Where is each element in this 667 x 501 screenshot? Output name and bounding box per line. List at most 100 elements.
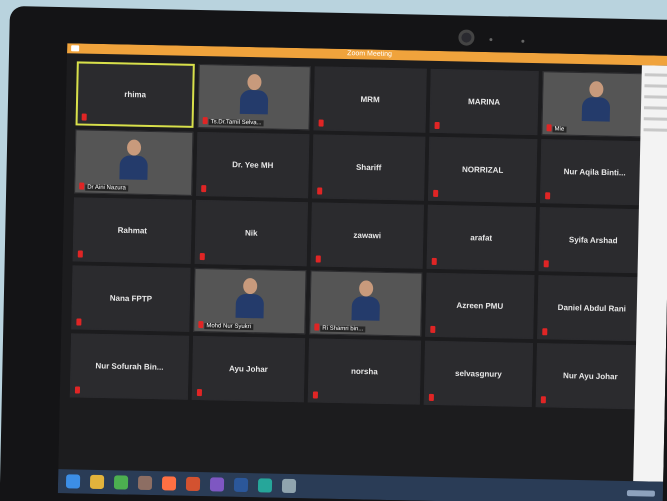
muted-microphone-icon (315, 255, 321, 263)
participant-name: zawawi (353, 230, 382, 241)
muted-microphone-icon (545, 192, 551, 200)
participant-video (239, 73, 269, 115)
muted-microphone-icon (430, 325, 436, 333)
participant-name: Dr. Yee MH (232, 160, 274, 171)
participant-tile[interactable]: Shariff (312, 134, 426, 201)
participant-tile[interactable]: Nur Ayu Johar (535, 343, 646, 410)
muted-microphone-icon (433, 189, 439, 198)
participant-video (351, 280, 380, 321)
participant-name: Ts.Dr.Tamil Selva... (208, 119, 264, 127)
participant-tile[interactable]: Daniel Abdul Rani (537, 275, 647, 342)
participant-tile[interactable]: Ts.Dr.Tamil Selva... (197, 63, 311, 131)
app-icon[interactable] (209, 477, 225, 492)
laptop-bezel: Zoom Meeting rhima Ts.Dr.Tamil Selva... MR… (0, 6, 667, 501)
participant-name: selvasgnury (454, 368, 502, 379)
muted-microphone-icon (74, 386, 81, 394)
camera-led-icon (489, 38, 493, 42)
participant-tile[interactable]: Syifa Arshad (538, 207, 648, 274)
participant-name: Nur Aqila Binti... (563, 167, 626, 178)
muted-microphone-icon (318, 119, 324, 127)
muted-microphone-icon (201, 185, 207, 193)
chat-message (644, 84, 667, 88)
chat-message (643, 117, 667, 121)
participant-name: Ri Shamri bin... (320, 325, 366, 333)
muted-microphone-icon (81, 113, 87, 121)
participant-tile[interactable]: selvasgnury (423, 340, 534, 408)
participant-tile[interactable]: rhima (75, 61, 195, 128)
participant-name: arafat (470, 233, 493, 243)
participant-tile[interactable]: zawawi (310, 202, 424, 269)
muted-microphone-icon (431, 257, 437, 265)
participant-tile[interactable]: Mie (541, 71, 651, 138)
participant-name: Mohd Nur Syukri (204, 323, 254, 331)
participant-tile[interactable]: Ri Shamri bin... (309, 270, 423, 337)
participant-tile[interactable]: arafat (426, 204, 536, 272)
system-clock[interactable] (626, 490, 655, 497)
muted-microphone-icon (428, 393, 434, 401)
chat-message (644, 95, 667, 99)
muted-microphone-icon (543, 260, 549, 268)
participant-name: Syifa Arshad (568, 235, 618, 246)
muted-microphone-icon (77, 250, 83, 258)
powerpoint-icon[interactable] (185, 476, 201, 492)
muted-microphone-icon (542, 328, 548, 336)
participant-name: Nana FPTP (109, 293, 153, 304)
participant-tile[interactable]: norsha (307, 338, 422, 405)
participant-tile[interactable]: MARINA (429, 68, 539, 136)
participant-name: Dr Aini Nazura (85, 184, 128, 192)
participant-tile[interactable]: Nur Sofurah Bin... (69, 333, 190, 400)
chrome-icon[interactable] (113, 475, 129, 490)
participant-tile[interactable]: MRM (313, 66, 427, 133)
participant-tile[interactable]: Dr. Yee MH (196, 131, 310, 199)
chat-message (643, 128, 667, 132)
participant-name: Shariff (355, 162, 382, 173)
participant-tile[interactable]: Rahmat (72, 197, 192, 264)
muted-microphone-icon (79, 182, 85, 190)
participant-name: MARINA (468, 97, 501, 107)
participant-tile[interactable]: Azreen PMU (425, 272, 535, 340)
app-icon[interactable] (281, 478, 297, 494)
muted-microphone-icon (317, 187, 323, 195)
participant-tile[interactable]: Nana FPTP (71, 265, 191, 332)
participant-name: Azreen PMU (456, 300, 504, 311)
participant-tile[interactable]: NORRIZAL (428, 136, 538, 204)
participant-name: NORRIZAL (461, 165, 504, 175)
webcam-icon (458, 29, 475, 46)
participant-tile[interactable]: Ayu Johar (191, 335, 306, 403)
participant-name: Nik (244, 228, 258, 238)
muted-microphone-icon (540, 396, 546, 404)
participant-tile[interactable]: Nik (194, 199, 308, 267)
muted-microphone-icon (196, 389, 203, 397)
muted-microphone-icon (76, 318, 82, 326)
participant-tile[interactable]: Mohd Nur Syukri (193, 267, 307, 335)
app-icon[interactable] (137, 475, 153, 491)
chat-message (644, 73, 667, 77)
muted-microphone-icon (434, 121, 440, 130)
app-icon[interactable] (257, 478, 273, 493)
windows-start-icon[interactable] (65, 474, 81, 489)
word-icon[interactable] (233, 477, 249, 493)
muted-microphone-icon (312, 391, 318, 399)
muted-microphone-icon (202, 117, 208, 125)
muted-microphone-icon (314, 323, 320, 331)
participant-video (581, 81, 611, 122)
zoom-app-icon (71, 45, 80, 52)
participant-name: Ayu Johar (228, 364, 268, 374)
participant-tile[interactable]: Dr Aini Nazura (74, 129, 194, 196)
participant-video (119, 139, 148, 180)
folder-icon[interactable] (89, 474, 105, 490)
muted-microphone-icon (546, 124, 552, 132)
window-title: Zoom Meeting (347, 50, 393, 59)
participant-name: Daniel Abdul Rani (557, 303, 626, 314)
participant-gallery: rhima Ts.Dr.Tamil Selva... MRM MARINA Mie Dr … (69, 61, 651, 410)
participant-name: Nur Ayu Johar (563, 371, 618, 382)
windows-taskbar (57, 469, 664, 501)
participant-video (235, 277, 265, 319)
participant-name: rhima (124, 89, 147, 100)
participant-name: Rahmat (117, 225, 148, 236)
firefox-icon[interactable] (161, 476, 177, 491)
participant-tile[interactable]: Nur Aqila Binti... (539, 139, 650, 206)
participant-name: Mie (552, 126, 567, 133)
participant-name: norsha (350, 366, 378, 377)
muted-microphone-icon (198, 321, 204, 329)
